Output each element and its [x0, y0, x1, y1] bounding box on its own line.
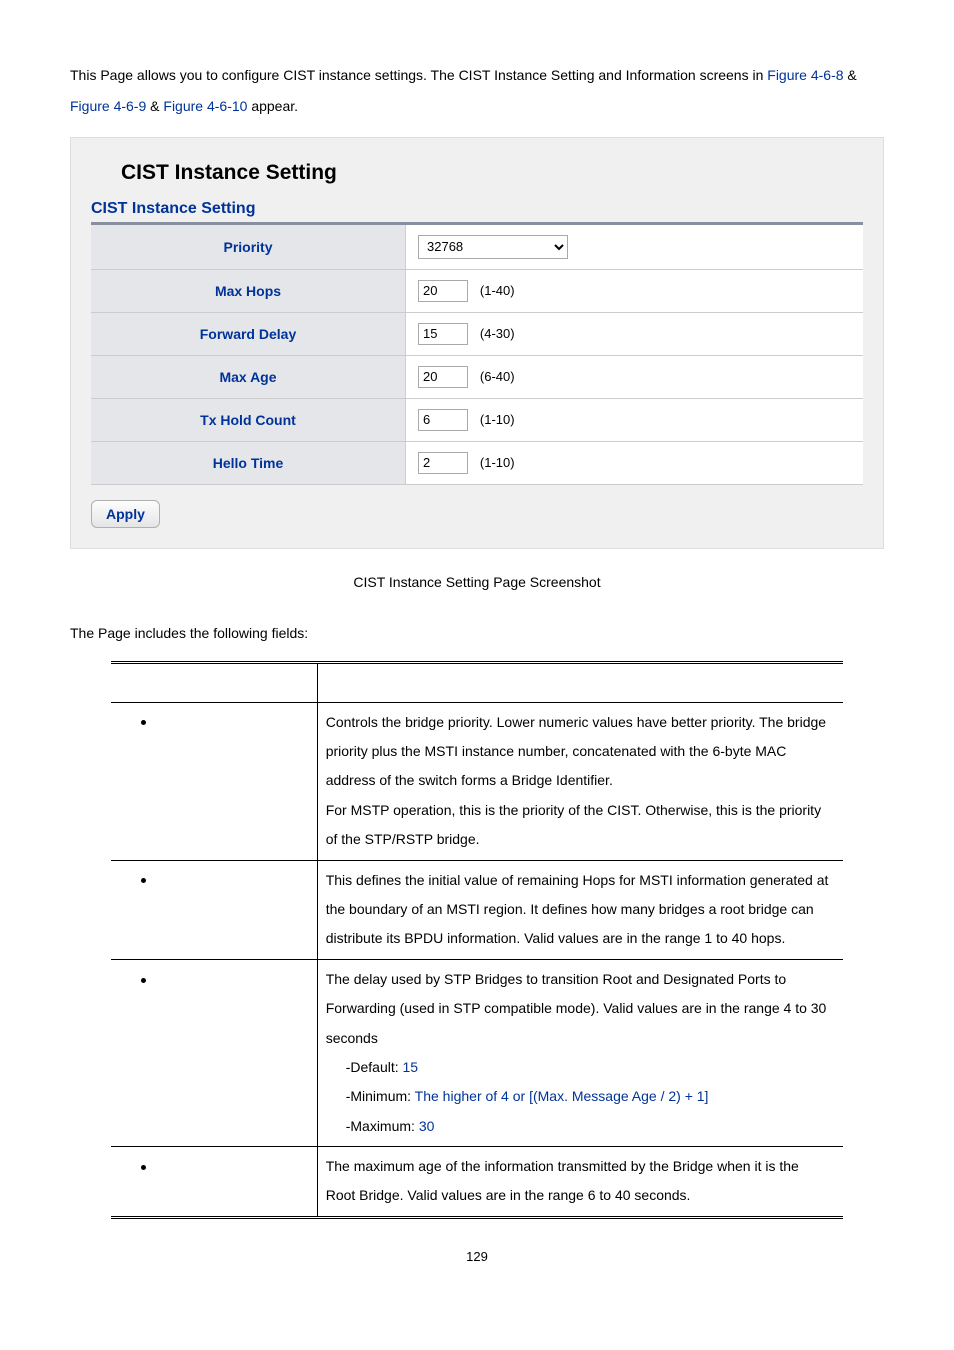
maxage-desc-l2: Root Bridge. Valid values are in the ran…: [326, 1187, 691, 1203]
fields-description-table: Controls the bridge priority. Lower nume…: [111, 661, 844, 1219]
hello-range: (1-10): [480, 455, 515, 470]
maxhops-desc-l1: This defines the initial value of remain…: [326, 872, 829, 888]
intro-text-1: This Page allows you to configure CIST i…: [70, 67, 767, 83]
priority-select[interactable]: 32768: [418, 235, 568, 259]
figure-link-2[interactable]: Figure 4-6-9: [70, 98, 146, 114]
priority-desc-l3: address of the switch forms a Bridge Ide…: [326, 772, 613, 788]
tx-range: (1-10): [480, 412, 515, 427]
screenshot-caption: CIST Instance Setting Page Screenshot: [70, 574, 884, 590]
page-number: 129: [70, 1249, 884, 1264]
desc-row-maxage: The maximum age of the information trans…: [111, 1147, 844, 1218]
hello-label: Hello Time: [91, 441, 406, 484]
bullet-icon: [141, 978, 146, 983]
row-hello: Hello Time (1-10): [91, 441, 863, 484]
maxhops-range: (1-40): [480, 283, 515, 298]
fdelay-maximum: -Maximum: 30: [326, 1112, 435, 1141]
row-forward-delay: Forward Delay (4-30): [91, 312, 863, 355]
priority-desc-l4: For MSTP operation, this is the priority…: [326, 802, 821, 818]
intro-amp-1: &: [844, 67, 857, 83]
fdelay-desc-l3: seconds: [326, 1030, 378, 1046]
priority-desc-l2: priority plus the MSTI instance number, …: [326, 743, 787, 759]
fields-intro: The Page includes the following fields:: [70, 625, 884, 641]
hello-input[interactable]: [418, 452, 468, 474]
fdelay-default: -Default: 15: [326, 1053, 418, 1082]
maxage-desc-l1: The maximum age of the information trans…: [326, 1158, 799, 1174]
row-maxhops: Max Hops (1-40): [91, 269, 863, 312]
fdelay-desc-l2: Forwarding (used in STP compatible mode)…: [326, 1000, 827, 1016]
cist-settings-table: Priority 32768 Max Hops (1-40) Forward D…: [91, 222, 863, 485]
row-maxage: Max Age (6-40): [91, 355, 863, 398]
maxhops-desc-l2: the boundary of an MSTI region. It defin…: [326, 901, 814, 917]
tx-input[interactable]: [418, 409, 468, 431]
desc-row-priority: Controls the bridge priority. Lower nume…: [111, 702, 844, 860]
intro-paragraph: This Page allows you to configure CIST i…: [70, 60, 884, 122]
figure-link-3[interactable]: Figure 4-6-10: [163, 98, 247, 114]
maxage-input[interactable]: [418, 366, 468, 388]
fdelay-desc-l1: The delay used by STP Bridges to transit…: [326, 971, 786, 987]
section-title: CIST Instance Setting: [91, 200, 863, 218]
maxhops-input[interactable]: [418, 280, 468, 302]
row-tx-hold: Tx Hold Count (1-10): [91, 398, 863, 441]
bullet-icon: [141, 878, 146, 883]
priority-desc-l5: of the STP/RSTP bridge.: [326, 831, 480, 847]
maxhops-desc-l3: distribute its BPDU information. Valid v…: [326, 930, 786, 946]
intro-text-2: appear.: [247, 98, 298, 114]
maxage-range: (6-40): [480, 369, 515, 384]
intro-amp-2: &: [146, 98, 163, 114]
row-priority: Priority 32768: [91, 223, 863, 269]
desc-row-maxhops: This defines the initial value of remain…: [111, 860, 844, 959]
priority-desc-l1: Controls the bridge priority. Lower nume…: [326, 714, 826, 730]
priority-label: Priority: [91, 223, 406, 269]
fdelay-range: (4-30): [480, 326, 515, 341]
fdelay-label: Forward Delay: [91, 312, 406, 355]
apply-button[interactable]: Apply: [91, 500, 160, 528]
panel-title: CIST Instance Setting: [121, 161, 863, 185]
fdelay-minimum: -Minimum: The higher of 4 or [(Max. Mess…: [326, 1082, 709, 1111]
fdelay-input[interactable]: [418, 323, 468, 345]
maxhops-label: Max Hops: [91, 269, 406, 312]
tx-label: Tx Hold Count: [91, 398, 406, 441]
bullet-icon: [141, 720, 146, 725]
bullet-icon: [141, 1165, 146, 1170]
figure-link-1[interactable]: Figure 4-6-8: [767, 67, 843, 83]
maxage-label: Max Age: [91, 355, 406, 398]
desc-row-forward-delay: The delay used by STP Bridges to transit…: [111, 959, 844, 1146]
cist-setting-panel: CIST Instance Setting CIST Instance Sett…: [70, 137, 884, 549]
